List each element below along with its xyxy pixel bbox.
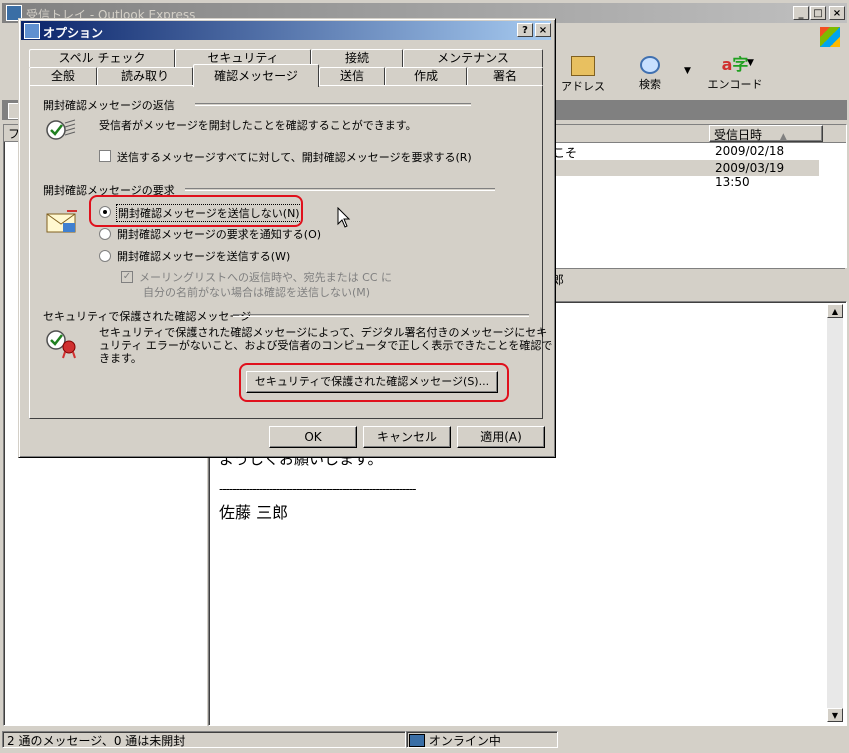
address-button[interactable]: アドレス	[553, 56, 613, 96]
mailing-list-checkbox[interactable]: ✓	[121, 271, 133, 283]
maximize-button[interactable]: □	[810, 6, 826, 20]
encode-dropdown-icon[interactable]: ▼	[747, 58, 754, 68]
column-header-date[interactable]: 受信日時 ▲	[709, 125, 823, 142]
receipt-check-icon	[45, 117, 77, 143]
tab-send[interactable]: 送信	[319, 67, 385, 85]
tab-spell-check[interactable]: スペル チェック	[29, 49, 175, 67]
section-heading-return: 開封確認メッセージの返信	[43, 99, 175, 112]
search-icon	[640, 56, 660, 74]
address-book-icon	[571, 56, 595, 76]
radio-always-send[interactable]	[99, 250, 111, 262]
preview-divider: ----------------------------------------…	[219, 482, 416, 496]
status-connection: オンライン中	[406, 731, 558, 748]
tab-read[interactable]: 読み取り	[97, 67, 193, 85]
preview-signature: 佐藤 三郎	[219, 503, 289, 522]
tab-general[interactable]: 全般	[29, 67, 97, 85]
tab-signatures[interactable]: 署名	[467, 67, 543, 85]
mouse-cursor-icon	[337, 206, 351, 229]
request-receipt-label[interactable]: 送信するメッセージすべてに対して、開封確認メッセージを要求する(R)	[117, 149, 472, 165]
options-icon	[24, 23, 40, 39]
minimize-button[interactable]: _	[793, 6, 809, 20]
windows-logo-icon	[820, 27, 840, 47]
scroll-down-button[interactable]: ▼	[827, 708, 843, 722]
dialog-close-button[interactable]: ×	[535, 23, 551, 37]
close-window-button[interactable]: ×	[829, 6, 845, 20]
encode-button[interactable]: a字 エンコード	[700, 56, 770, 96]
status-bar: 2 通のメッセージ、0 通は未開封 オンライン中	[2, 729, 847, 749]
section-divider-request	[185, 188, 495, 191]
radio-notify[interactable]	[99, 228, 111, 240]
computer-icon	[409, 734, 425, 747]
ok-button[interactable]: OK	[269, 426, 357, 448]
tab-connection[interactable]: 接続	[311, 49, 403, 67]
radio-always-send-label[interactable]: 開封確認メッセージを送信する(W)	[117, 248, 290, 264]
section-divider-return	[195, 103, 471, 106]
status-message-count: 2 通のメッセージ、0 通は未開封	[2, 731, 406, 748]
request-receipt-checkbox[interactable]	[99, 150, 111, 162]
dialog-title-text: オプション	[43, 26, 104, 40]
tab-maintenance[interactable]: メンテナンス	[403, 49, 543, 67]
secure-receipt-icon	[45, 327, 79, 359]
preview-scrollbar[interactable]: ▲ ▼	[827, 304, 843, 722]
tab-compose[interactable]: 作成	[385, 67, 467, 85]
mailing-list-label-line2: 自分の名前がない場合は確認を送信しない(M)	[143, 286, 371, 299]
mailing-list-label-line1: メーリングリストへの返信時や、宛先または CC に	[139, 271, 393, 284]
options-dialog: オプション ? × スペル チェック セキュリティ 接続 メンテナンス 全般 読…	[18, 18, 556, 458]
help-button[interactable]: ?	[517, 23, 533, 37]
tab-receipts[interactable]: 確認メッセージ	[193, 64, 319, 87]
encode-icon: a字	[721, 55, 749, 74]
scroll-up-button[interactable]: ▲	[827, 304, 843, 318]
search-dropdown-icon[interactable]: ▼	[684, 66, 691, 76]
return-description: 受信者がメッセージを開封したことを確認することができます。	[99, 119, 417, 132]
search-button[interactable]: 検索	[620, 56, 680, 96]
section-divider-secure	[233, 314, 529, 317]
envelope-receipt-icon	[45, 209, 79, 237]
dialog-title-bar[interactable]: オプション ? ×	[21, 21, 551, 40]
radio-notify-label[interactable]: 開封確認メッセージの要求を通知する(O)	[117, 226, 321, 242]
apply-button[interactable]: 適用(A)	[457, 426, 545, 448]
secure-description-line2: ュリティ エラーがないこと、および受信者のコンピュータで正しく表示できたことを確…	[99, 339, 553, 352]
annotation-highlight-secure-button	[239, 363, 509, 402]
annotation-highlight-never-send	[89, 195, 303, 227]
cancel-button[interactable]: キャンセル	[363, 426, 451, 448]
sort-ascending-icon: ▲	[779, 132, 787, 142]
secure-description-line3: きます。	[99, 352, 142, 365]
section-heading-secure: セキュリティで保護された確認メッセージ	[43, 310, 252, 323]
